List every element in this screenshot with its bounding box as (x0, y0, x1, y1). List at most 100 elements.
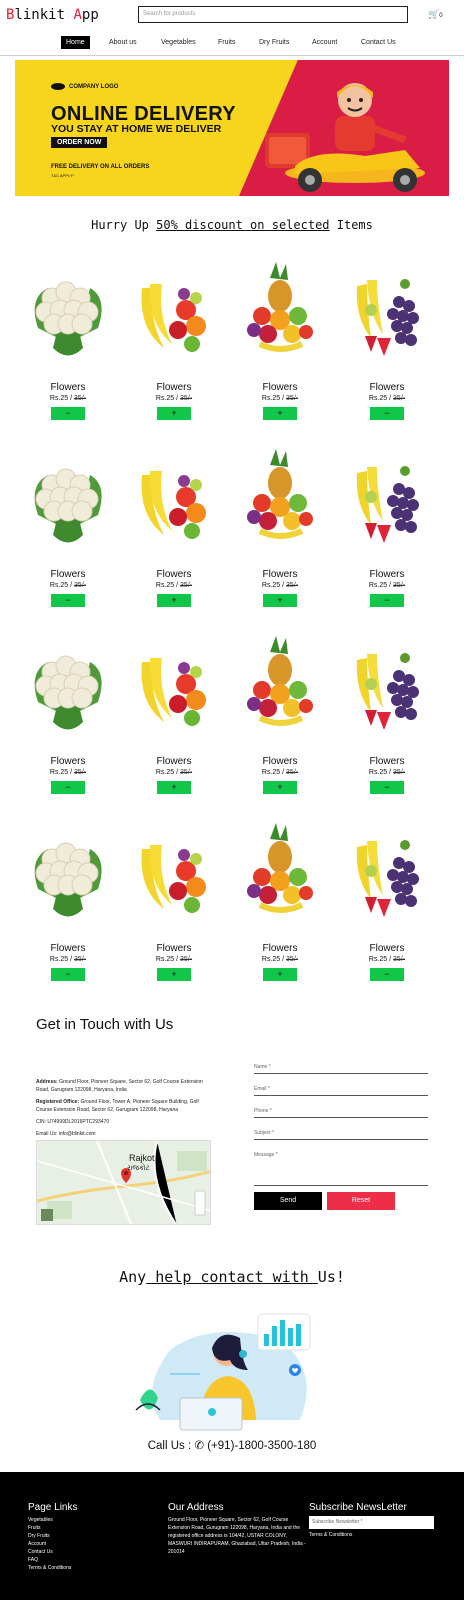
product-image-grapes-banana-strawberry[interactable] (347, 258, 427, 368)
product-card[interactable]: Flowers Rs.25 / 35/- − (337, 445, 437, 625)
product-price: Rs.25 / 35/- (261, 956, 299, 963)
product-image-cauliflower[interactable] (28, 445, 108, 555)
product-name: Flowers (50, 382, 86, 393)
name-field[interactable]: Name * (254, 1064, 428, 1074)
product-image-cauliflower[interactable] (28, 632, 108, 742)
add-to-cart-button[interactable]: + (263, 594, 297, 607)
phone-icon: ✆ (194, 1440, 205, 1452)
nav-dry-fruits[interactable]: Dry Fruits (254, 36, 294, 49)
product-card[interactable]: Flowers Rs.25 / 35/- + (230, 445, 330, 625)
footer-link-fruits[interactable]: Fruits (28, 1524, 77, 1532)
search-input[interactable]: Search for products (138, 6, 408, 23)
remove-from-cart-button[interactable]: − (370, 781, 404, 794)
add-to-cart-button[interactable]: + (263, 781, 297, 794)
nav-account[interactable]: Account (307, 36, 342, 49)
remove-from-cart-button[interactable]: − (370, 594, 404, 607)
product-name: Flowers (156, 756, 192, 767)
product-image-banana-fruit-mix[interactable] (134, 258, 214, 368)
footer-link-account[interactable]: Account (28, 1540, 77, 1548)
add-to-cart-button[interactable]: + (157, 594, 191, 607)
app-logo[interactable]: Blinkit App (6, 7, 99, 23)
product-name: Flowers (50, 943, 86, 954)
call-us[interactable]: Call Us : ✆ (+91)-1800-3500-180 (0, 1438, 464, 1452)
product-card[interactable]: Flowers Rs.25 / 35/- + (230, 258, 330, 438)
product-name: Flowers (369, 382, 405, 393)
product-image-fruit-basket[interactable] (240, 258, 320, 368)
newsletter-input[interactable]: Subscribe Newsletter * (309, 1516, 434, 1529)
promo-banner[interactable]: COMPANY LOGO ONLINE DELIVERY YOU STAY AT… (15, 60, 449, 196)
product-card[interactable]: Flowers Rs.25 / 35/- + (124, 445, 224, 625)
footer-link-faq[interactable]: FAQ (28, 1556, 77, 1564)
remove-from-cart-button[interactable]: − (370, 407, 404, 420)
product-image-fruit-basket[interactable] (240, 632, 320, 742)
product-card[interactable]: Flowers Rs.25 / 35/- + (124, 819, 224, 999)
footer-link-dry-fruits[interactable]: Dry Fruits (28, 1532, 77, 1540)
phone-field[interactable]: Phone * (254, 1108, 428, 1118)
add-to-cart-button[interactable]: + (157, 781, 191, 794)
product-image-fruit-basket[interactable] (240, 445, 320, 555)
product-image-fruit-basket[interactable] (240, 819, 320, 929)
nav-vegetables[interactable]: Vegetables (156, 36, 201, 49)
product-image-cauliflower[interactable] (28, 258, 108, 368)
add-to-cart-button[interactable]: + (157, 407, 191, 420)
product-name: Flowers (262, 569, 298, 580)
product-price: Rs.25 / 35/- (368, 769, 406, 776)
product-card[interactable]: Flowers Rs.25 / 35/- − (337, 819, 437, 999)
product-card[interactable]: Flowers Rs.25 / 35/- + (230, 632, 330, 812)
product-image-banana-fruit-mix[interactable] (134, 819, 214, 929)
nav-about-us[interactable]: About us (104, 36, 142, 49)
product-card[interactable]: Flowers Rs.25 / 35/- − (18, 258, 118, 438)
contact-registered-office: Registered Office: Ground Floor, Tower A… (36, 1099, 199, 1113)
banner-terms: T&C APPLY* (51, 173, 75, 178)
message-field[interactable]: Message * (254, 1152, 428, 1186)
map-city-local-label: રાજકોટ (127, 1165, 150, 1172)
product-old-price: 35/- (74, 769, 87, 776)
product-old-price: 35/- (393, 956, 406, 963)
footer-link-vegetables[interactable]: Vegetables (28, 1516, 77, 1524)
product-card[interactable]: Flowers Rs.25 / 35/- − (337, 258, 437, 438)
product-image-banana-fruit-mix[interactable] (134, 632, 214, 742)
location-map[interactable]: Rajkot રાજકોટ (36, 1140, 211, 1225)
product-card[interactable]: Flowers Rs.25 / 35/- − (18, 819, 118, 999)
remove-from-cart-button[interactable]: − (51, 407, 85, 420)
map-city-label: Rajkot (129, 1153, 155, 1163)
product-card[interactable]: Flowers Rs.25 / 35/- − (18, 632, 118, 812)
newsletter-terms[interactable]: Terms & Conditions (309, 1531, 434, 1539)
product-image-grapes-banana-strawberry[interactable] (347, 819, 427, 929)
product-image-grapes-banana-strawberry[interactable] (347, 445, 427, 555)
product-card[interactable]: Flowers Rs.25 / 35/- + (124, 632, 224, 812)
contact-email[interactable]: Email Us: info@blinkit.com (36, 1130, 211, 1138)
footer-link-terms[interactable]: Terms & Conditions (28, 1564, 77, 1572)
send-button[interactable]: Send (254, 1192, 322, 1210)
remove-from-cart-button[interactable]: − (51, 968, 85, 981)
add-to-cart-button[interactable]: + (157, 968, 191, 981)
remove-from-cart-button[interactable]: − (51, 594, 85, 607)
footer-link-contact-us[interactable]: Contact Us (28, 1548, 77, 1556)
remove-from-cart-button[interactable]: − (370, 968, 404, 981)
footer-address-title: Our Address (168, 1502, 224, 1513)
reset-button[interactable]: Reset (327, 1192, 395, 1210)
nav-home[interactable]: Home (61, 36, 90, 49)
product-card[interactable]: Flowers Rs.25 / 35/- − (18, 445, 118, 625)
nav-fruits[interactable]: Fruits (213, 36, 241, 49)
cart-button[interactable]: 🛒0 (428, 9, 443, 20)
product-image-grapes-banana-strawberry[interactable] (347, 632, 427, 742)
remove-from-cart-button[interactable]: − (51, 781, 85, 794)
product-card[interactable]: Flowers Rs.25 / 35/- − (337, 632, 437, 812)
product-old-price: 35/- (180, 582, 193, 589)
call-number: (+91)-1800-3500-180 (204, 1440, 317, 1452)
subject-field[interactable]: Subject * (254, 1130, 428, 1140)
add-to-cart-button[interactable]: + (263, 968, 297, 981)
cart-icon: 🛒 (428, 9, 440, 19)
order-now-button[interactable]: ORDER NOW (51, 137, 108, 148)
product-image-banana-fruit-mix[interactable] (134, 445, 214, 555)
add-to-cart-button[interactable]: + (263, 407, 297, 420)
main-nav: Home About us Vegetables Fruits Dry Frui… (0, 34, 464, 56)
product-old-price: 35/- (180, 769, 193, 776)
product-card[interactable]: Flowers Rs.25 / 35/- + (230, 819, 330, 999)
product-card[interactable]: Flowers Rs.25 / 35/- + (124, 258, 224, 438)
product-old-price: 35/- (393, 769, 406, 776)
nav-contact-us[interactable]: Contact Us (356, 36, 401, 49)
email-field[interactable]: Email * (254, 1086, 428, 1096)
product-image-cauliflower[interactable] (28, 819, 108, 929)
